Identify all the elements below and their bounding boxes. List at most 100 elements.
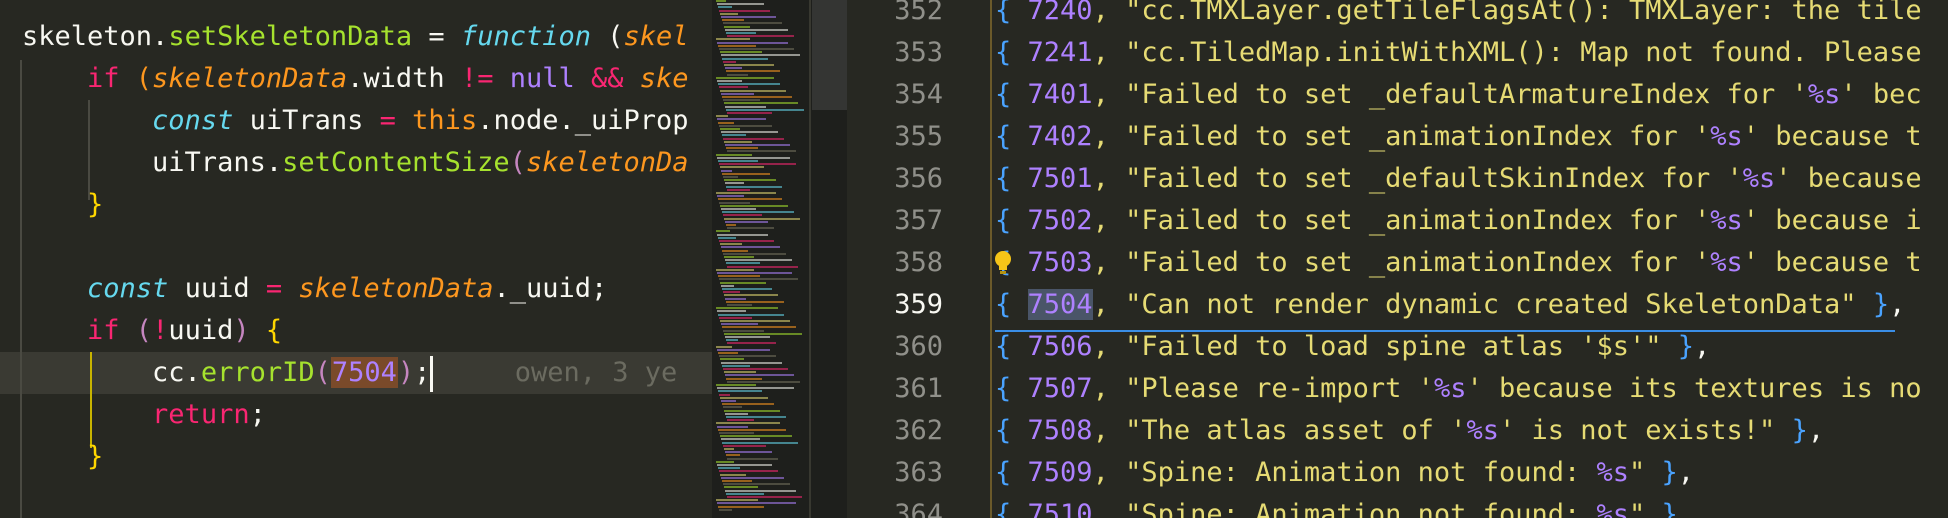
code-line[interactable]: { 7402, "Failed to set _animationIndex f… <box>995 116 1922 158</box>
current-line-underline <box>995 330 1895 332</box>
code-token: ' because t <box>1742 247 1922 278</box>
code-token: %s <box>1466 415 1499 446</box>
minimap-line <box>725 259 792 262</box>
code-line[interactable]: const uiTrans = this.node._uiProp <box>22 100 688 142</box>
minimap-line <box>717 464 772 466</box>
code-token: , "The atlas asset of ' <box>1092 415 1467 446</box>
code-token: } <box>1661 499 1678 518</box>
line-number: 353 <box>894 37 943 68</box>
code-token: errorID <box>200 357 315 388</box>
code-token: { <box>995 331 1012 362</box>
minimap-line <box>719 316 752 319</box>
minimap-line <box>719 163 796 166</box>
minimap-line <box>716 460 734 463</box>
code-token: = <box>265 273 283 304</box>
minimap-line <box>716 384 756 386</box>
minimap-line <box>723 291 740 294</box>
lightbulb-icon[interactable] <box>993 250 1013 276</box>
code-token: , "Failed to set _animationIndex for ' <box>1092 205 1711 236</box>
code-token: ' is not exists!" <box>1498 415 1792 446</box>
minimap-line <box>722 211 794 214</box>
code-line[interactable]: { 7503, "Failed to set _animationIndex f… <box>995 242 1922 284</box>
minimap-line <box>724 217 800 220</box>
minimap-line <box>718 390 762 393</box>
code-line[interactable]: { 7508, "The atlas asset of '%s' is not … <box>995 410 1824 452</box>
minimap-line <box>721 476 784 479</box>
code-token: { <box>995 37 1012 68</box>
code-token: = <box>379 105 396 136</box>
code-line[interactable]: { 7506, "Failed to load spine atlas '$s'… <box>995 326 1710 368</box>
code-line[interactable]: { 7510, "Spine: Animation not found: %s"… <box>995 494 1678 518</box>
code-token: skel <box>623 21 689 52</box>
minimap-slider[interactable] <box>812 0 847 110</box>
minimap-line <box>719 124 772 127</box>
code-token: if <box>87 315 120 346</box>
minimap-line <box>717 502 796 505</box>
left-editor-pane[interactable]: skeleton.setSkeletonData = function (ske… <box>0 0 712 518</box>
code-line[interactable]: { 7401, "Failed to set _defaultArmatureI… <box>995 74 1922 116</box>
minimap-line <box>725 412 748 415</box>
code-token: skeleton. <box>22 21 169 52</box>
minimap-line <box>719 86 748 89</box>
minimap-line <box>726 454 740 457</box>
code-token: } <box>1661 457 1678 488</box>
code-line[interactable]: cc.errorID(7504); owen, 3 ye <box>22 352 677 394</box>
code-line[interactable]: { 7241, "cc.TiledMap.initWithXML(): Map … <box>995 32 1922 74</box>
code-token: { <box>265 315 283 346</box>
minimap-line <box>716 192 776 194</box>
code-line[interactable]: if (!uuid) { <box>22 310 282 352</box>
code-line[interactable]: { 7509, "Spine: Animation not found: %s"… <box>995 452 1694 494</box>
code-line[interactable]: if (skeletonData.width != null && ske <box>22 58 689 100</box>
code-token: %s <box>1710 121 1743 152</box>
code-line[interactable]: } <box>22 436 103 478</box>
code-line[interactable]: { 7502, "Failed to set _animationIndex f… <box>995 200 1922 242</box>
code-token: 7507 <box>1027 373 1093 404</box>
code-line[interactable]: return; <box>22 394 266 436</box>
code-token: skeletonData <box>298 273 494 304</box>
code-token: , "Can not render dynamic created Skelet… <box>1092 289 1873 320</box>
minimap-line <box>723 137 784 140</box>
minimap[interactable] <box>712 0 847 518</box>
minimap-line <box>718 505 764 508</box>
code-line[interactable]: { 7501, "Failed to set _defaultSkinIndex… <box>995 158 1922 200</box>
code-line[interactable]: skeleton.setSkeletonData = function (ske… <box>22 16 689 58</box>
minimap-line <box>723 406 742 409</box>
code-line[interactable]: { 7504, "Can not render dynamic created … <box>995 284 1905 326</box>
code-token: ( <box>119 315 153 346</box>
minimap-line <box>721 400 736 402</box>
code-line[interactable]: { 7507, "Please re-import '%s' because i… <box>995 368 1922 410</box>
minimap-line <box>727 380 800 383</box>
minimap-line <box>723 60 736 63</box>
minimap-line <box>727 419 754 422</box>
minimap-line <box>722 134 746 137</box>
code-token: { <box>995 79 1012 110</box>
minimap-line <box>724 64 774 66</box>
code-line[interactable]: { 7240, "cc.TMXLayer.getTileFlagsAt(): T… <box>995 0 1922 32</box>
minimap-line <box>725 336 770 338</box>
minimap-line <box>726 147 758 150</box>
code-line[interactable]: uiTrans.setContentSize(skeletonDa <box>22 142 688 184</box>
minimap-line <box>720 435 792 438</box>
code-token: { <box>995 373 1012 404</box>
code-token: { <box>995 289 1012 320</box>
minimap-line <box>725 28 788 31</box>
minimap-line <box>727 496 802 498</box>
code-token: this <box>412 105 478 136</box>
code-line[interactable]: } <box>22 184 103 226</box>
right-editor-pane[interactable]: 352 353 354 355 356 357 358 359 360 361 362 363 364 … <box>847 0 1948 518</box>
code-token: { <box>995 415 1012 446</box>
minimap-line <box>727 73 748 76</box>
minimap-line <box>724 25 750 28</box>
code-token: const <box>87 273 169 304</box>
minimap-line <box>725 489 796 492</box>
code-token: ( <box>509 147 526 178</box>
code-token: setSkeletonData <box>168 21 413 52</box>
code-token: , <box>1677 457 1695 488</box>
code-line[interactable]: const uuid = skeletonData._uuid; <box>22 268 607 310</box>
minimap-line <box>727 457 778 460</box>
